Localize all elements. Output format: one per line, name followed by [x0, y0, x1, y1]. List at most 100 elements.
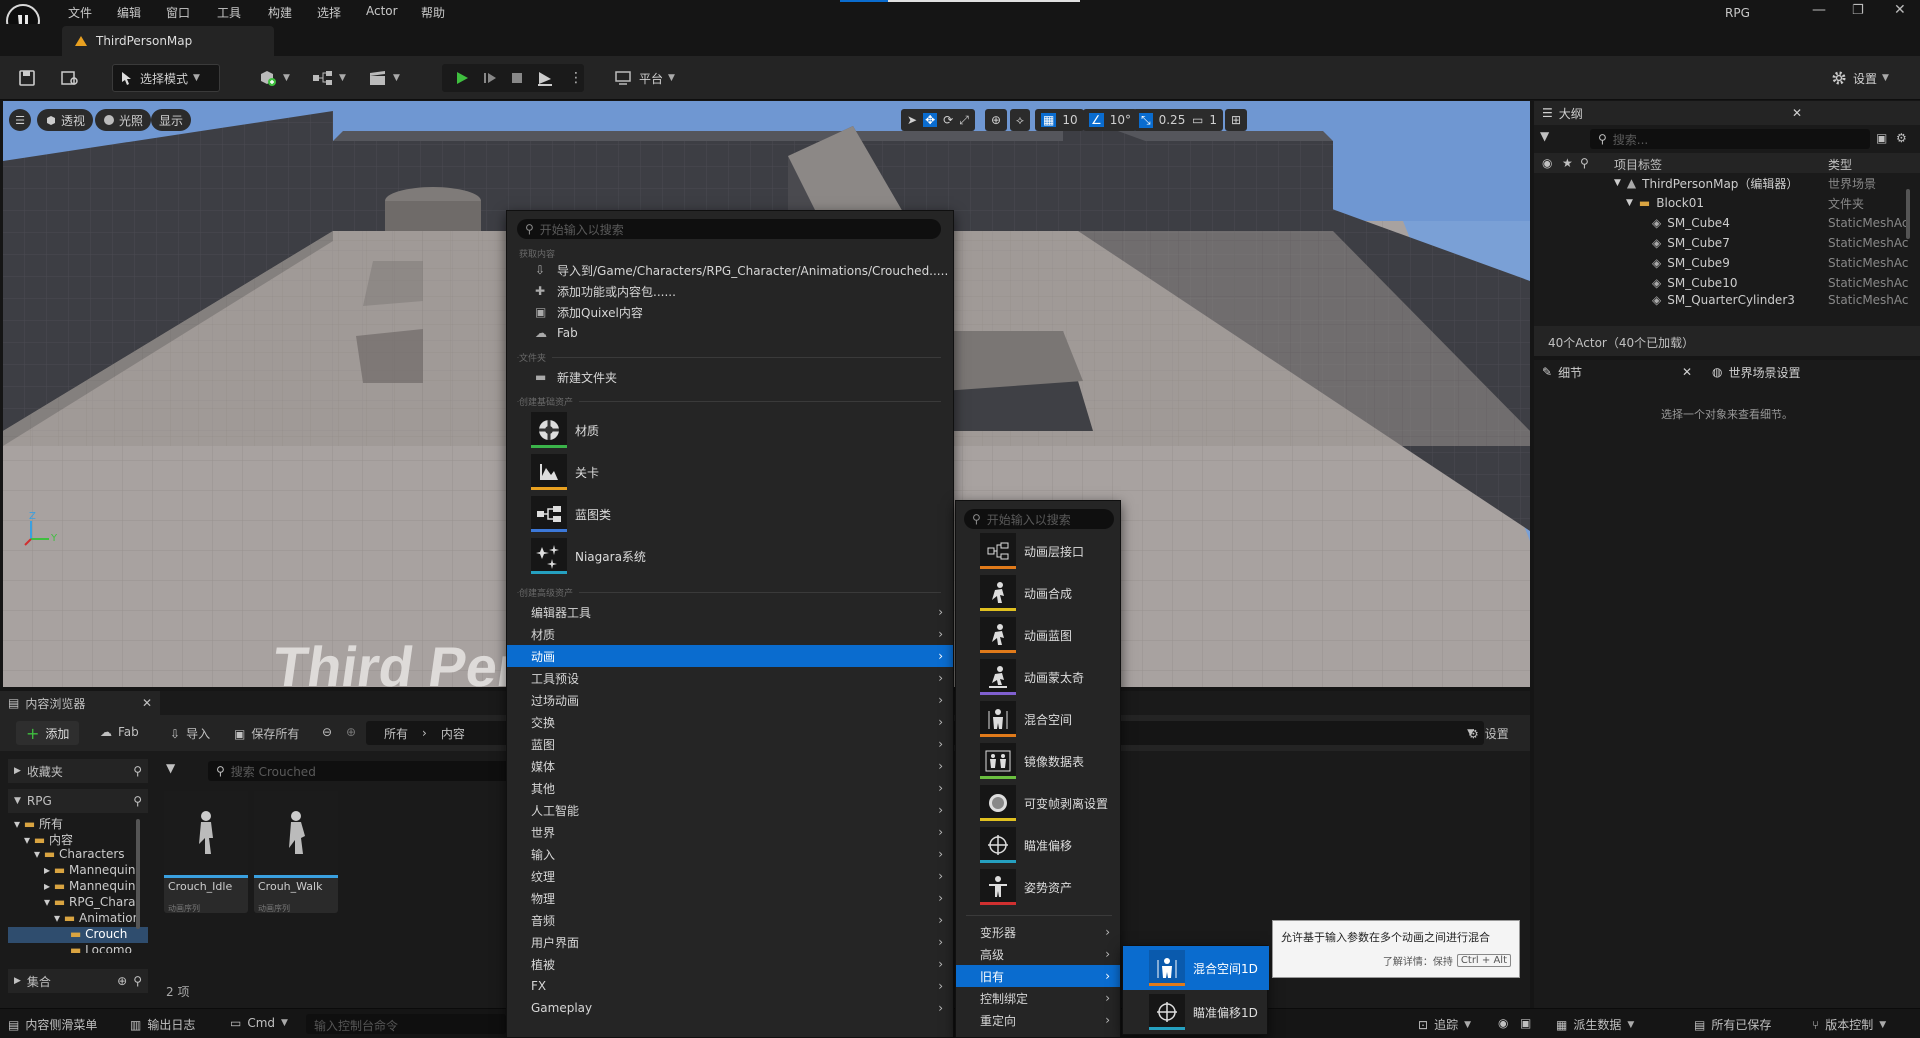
outliner-row[interactable]: ▼ ▲ ThirdPersonMap（编辑器） 世界场景 [1534, 173, 1920, 193]
submenu-miscellaneous[interactable]: 其他 › [507, 777, 953, 799]
asset-tile[interactable]: Crouch_Idle 动画序列 [164, 791, 248, 913]
col-item-label[interactable]: 项目标签 [1614, 156, 1662, 173]
close-tab-icon[interactable]: ✕ [142, 696, 152, 710]
aim-offset-item[interactable]: 瞄准偏移 [980, 825, 1072, 865]
submenu-world[interactable]: 世界 › [507, 821, 953, 843]
outliner-search[interactable]: ⚲ 搜索... [1590, 129, 1870, 149]
content-drawer-button[interactable]: ▤ 内容侧滑菜单 [8, 1016, 97, 1033]
tree-item[interactable]: ▬ Locomo [70, 943, 132, 953]
submenu-editor-tools[interactable]: 编辑器工具 › [507, 601, 953, 623]
minimize-icon[interactable]: — [1812, 2, 1826, 18]
submenu-blueprint[interactable]: 蓝图 › [507, 733, 953, 755]
blend-space-item[interactable]: 混合空间 [980, 699, 1072, 739]
screenshot-icon[interactable]: ▣ [1520, 1016, 1531, 1030]
breadcrumb-content[interactable]: 内容 [441, 725, 465, 742]
tree-item-selected[interactable]: ▬ Crouch [70, 927, 127, 941]
menu-select[interactable]: 选择 [317, 4, 341, 21]
add-actor-button[interactable]: ▼ [252, 64, 296, 92]
platforms-button[interactable]: 平台 ▼ [608, 64, 681, 92]
submenu-tool-presets[interactable]: 工具预设 › [507, 667, 953, 689]
browse-button[interactable] [54, 64, 86, 92]
anim-blueprint-item[interactable]: 动画蓝图 [980, 615, 1072, 655]
menu-edit[interactable]: 编辑 [117, 4, 141, 21]
record-icon[interactable]: ◉ [1498, 1016, 1508, 1030]
submenu-interchange[interactable]: 交换 › [507, 711, 953, 733]
forward-icon[interactable]: ⊕ [346, 725, 356, 739]
content-browser-tab[interactable]: ▤ 内容浏览器 ✕ [0, 691, 160, 715]
menu-file[interactable]: 文件 [68, 4, 92, 21]
translate-tool-icon[interactable]: ✥ [923, 113, 938, 127]
tree-item[interactable]: ▾ ▬ Animation [54, 911, 140, 925]
settings-button[interactable]: 设置 ▼ [1824, 64, 1895, 92]
create-niagara-item[interactable]: Niagara系统 [531, 536, 646, 576]
search-icon[interactable]: ⚲ [133, 794, 142, 808]
world-local-toggle[interactable]: ⊕ [985, 109, 1008, 131]
tree-item[interactable]: ▸ ▬ Mannequin [44, 863, 135, 877]
anim-composite-item[interactable]: 动画合成 [980, 573, 1072, 613]
save-button[interactable] [12, 64, 42, 92]
tree-item[interactable]: ▾ ▬ Characters [34, 847, 125, 861]
add-folder-icon[interactable]: ▣ [1876, 131, 1887, 145]
menu-tools[interactable]: 工具 [217, 4, 241, 21]
rotate-tool-icon[interactable]: ⟳ [943, 113, 953, 127]
rotation-snap[interactable]: ∠ 10° [1083, 109, 1138, 131]
menu-build[interactable]: 构建 [268, 4, 292, 21]
tree-item[interactable]: ▾ ▬ 所有 [14, 815, 63, 832]
grid-snap[interactable]: ▦ 10 [1035, 109, 1084, 131]
restore-icon[interactable]: ❐ [1852, 3, 1864, 18]
gear-icon[interactable]: ⚙ [1896, 131, 1907, 145]
submenu-deformers[interactable]: 变形器 › [956, 921, 1120, 943]
context-search[interactable]: ⚲ 开始输入以搜索 [517, 219, 941, 239]
outliner-row[interactable]: ▼ ▬ Block01 文件夹 [1534, 193, 1920, 213]
content-settings-button[interactable]: ⚙ 设置 [1468, 725, 1509, 742]
derived-data-button[interactable]: ▦ 派生数据 ▼ [1556, 1016, 1634, 1033]
surface-snap-toggle[interactable]: ⟡ [1010, 109, 1030, 131]
lighting-button[interactable]: 光照 [95, 109, 152, 131]
tab-world-settings[interactable]: ◍ 世界场景设置 [1712, 364, 1801, 381]
viewport-menu-button[interactable]: ☰ [9, 109, 31, 131]
viewport-layout-button[interactable]: ⊞ [1225, 109, 1248, 131]
perspective-button[interactable]: 透视 [37, 109, 94, 131]
submenu-advanced[interactable]: 高级 › [956, 943, 1120, 965]
asset-filter-button[interactable]: ▼ [166, 761, 175, 775]
tab-thirdpersonmap[interactable]: ThirdPersonMap [62, 26, 274, 56]
outliner-row[interactable]: ◈ SM_Cube9 StaticMeshAc [1534, 253, 1920, 273]
menu-actor[interactable]: Actor [366, 4, 398, 18]
submenu-animation[interactable]: 动画 › [507, 645, 953, 667]
play-options-button[interactable]: ⋮ [563, 64, 589, 92]
fab-button[interactable]: ☁ Fab [100, 725, 139, 739]
save-all-button[interactable]: ▣ 保存所有 [234, 725, 299, 742]
aim-offset-1d-item[interactable]: 瞄准偏移1D [1149, 992, 1258, 1032]
stop-button[interactable] [503, 64, 531, 92]
submenu-audio[interactable]: 音频 › [507, 909, 953, 931]
mode-selector[interactable]: 选择模式 ▼ [112, 64, 220, 92]
animation-search[interactable]: ⚲ 开始输入以搜索 [964, 509, 1114, 529]
anim-layer-interface-item[interactable]: 动画层接口 [980, 531, 1084, 571]
search-icon[interactable]: ⚲ [133, 764, 142, 778]
add-button[interactable]: + 添加 [16, 721, 80, 745]
save-status-button[interactable]: ▤ 所有已保存 [1694, 1016, 1771, 1033]
search-icon[interactable]: ⚲ [133, 974, 142, 988]
blueprint-menu-button[interactable]: ▼ [306, 64, 352, 92]
submenu-gameplay[interactable]: Gameplay › [507, 997, 953, 1019]
asset-tile[interactable]: Crouh_Walk 动画序列 [254, 791, 338, 913]
tab-details[interactable]: ✎ 细节 ✕ [1542, 364, 1692, 381]
outliner-tab[interactable]: ☰ 大纲 ✕ [1534, 101, 1920, 125]
close-tab-icon[interactable]: ✕ [1682, 365, 1692, 379]
outliner-row[interactable]: ◈ SM_Cube4 StaticMeshAc [1534, 213, 1920, 233]
cmd-selector[interactable]: ▭ Cmd ▼ [230, 1016, 288, 1030]
submenu-foliage[interactable]: 植被 › [507, 953, 953, 975]
close-window-icon[interactable]: ✕ [1894, 2, 1906, 18]
outliner-row[interactable]: ◈ SM_QuarterCylinder3 StaticMeshAc [1534, 293, 1920, 307]
outliner-row[interactable]: ◈ SM_Cube7 StaticMeshAc [1534, 233, 1920, 253]
source-control-button[interactable]: ⑂ 版本控制 ▼ [1812, 1016, 1886, 1033]
scale-tool-icon[interactable]: ⤢ [959, 113, 969, 128]
tree-item[interactable]: ▾ ▬ 内容 [24, 831, 73, 848]
mirror-data-table-item[interactable]: 镜像数据表 [980, 741, 1084, 781]
add-feature-pack-item[interactable]: ✚ 添加功能或内容包...... [507, 280, 953, 302]
outliner-filter[interactable]: ▼ [1540, 129, 1549, 143]
import-button[interactable]: ⇩ 导入 [170, 725, 210, 742]
submenu-retargeting[interactable]: 重定向 › [956, 1009, 1120, 1031]
import-to-folder-item[interactable]: ⇩ 导入到/Game/Characters/RPG_Character/Anim… [507, 259, 953, 281]
submenu-legacy[interactable]: 旧有 › [956, 965, 1120, 987]
